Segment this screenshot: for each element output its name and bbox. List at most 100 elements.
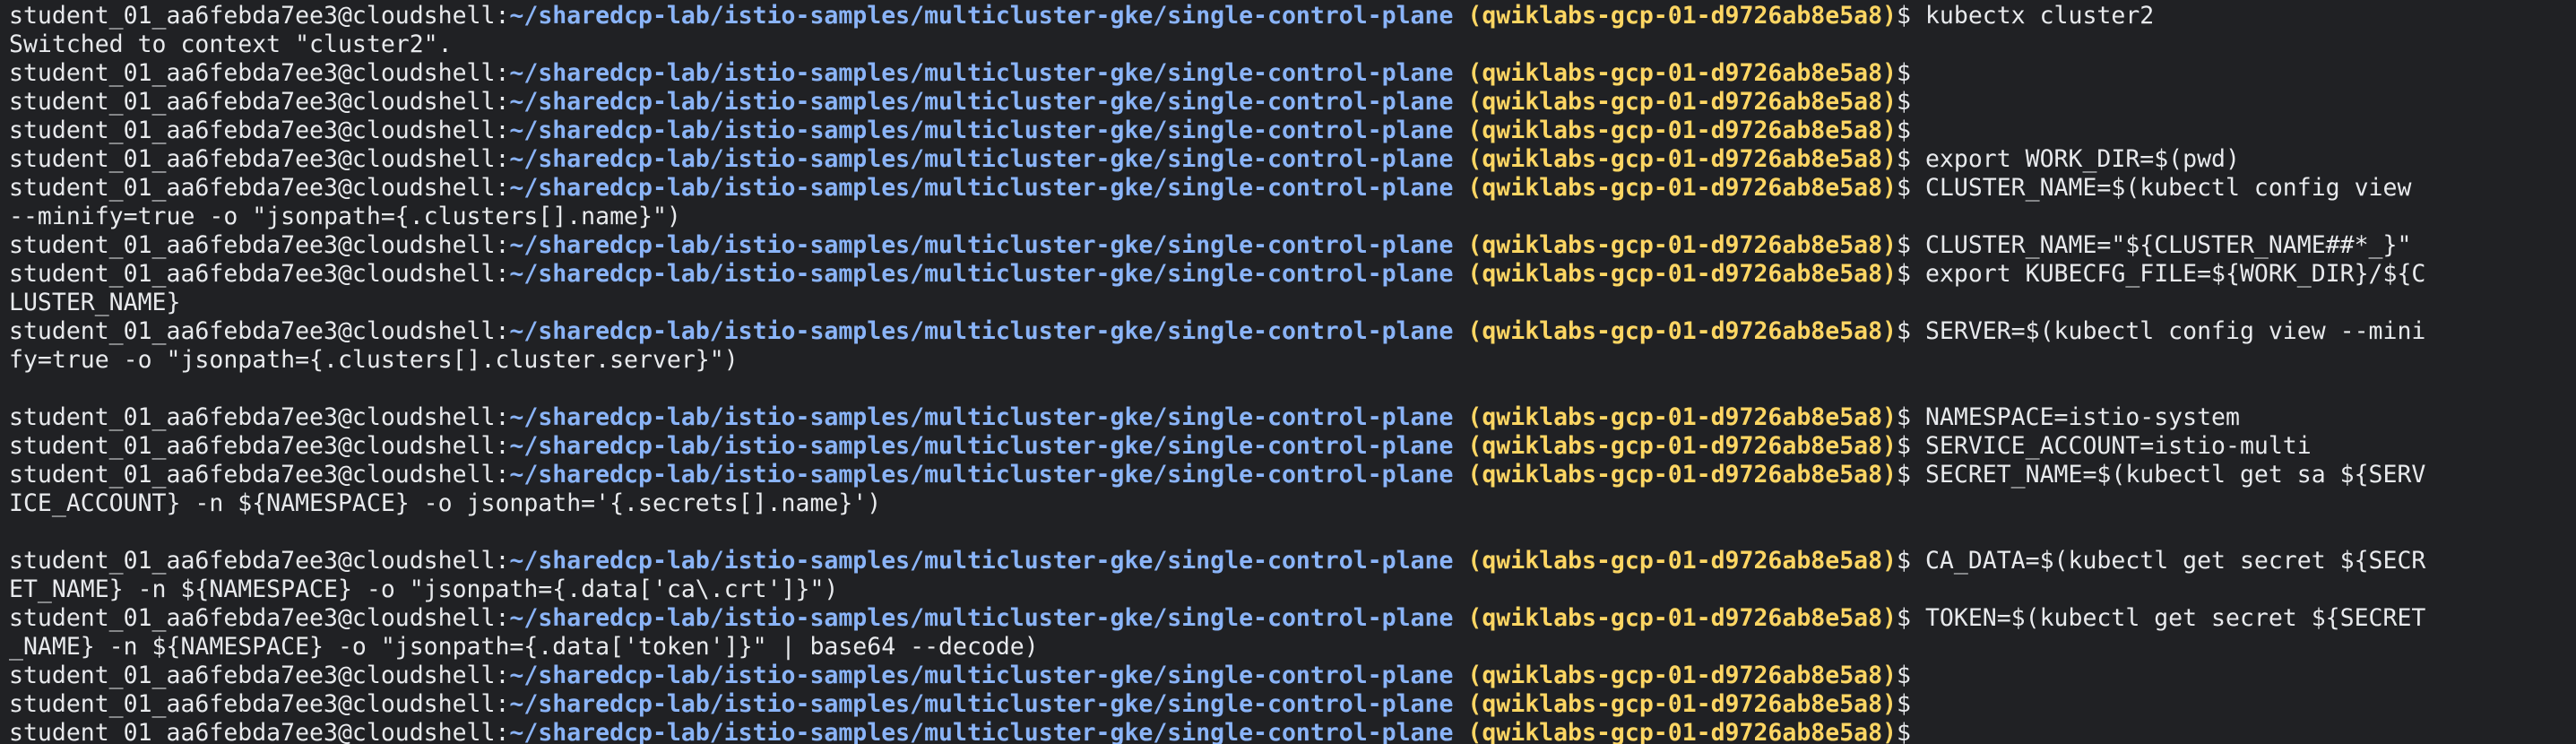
prompt-user-host: student_01_aa6febda7ee3@cloudshell:	[9, 547, 510, 575]
prompt-gap	[1911, 145, 1925, 173]
prompt-symbol: $	[1897, 461, 1911, 489]
prompt-cwd: ~/sharedcp-lab/istio-samples/multicluste…	[509, 317, 1454, 345]
prompt-cwd: ~/sharedcp-lab/istio-samples/multicluste…	[509, 690, 1454, 718]
prompt-gap	[1911, 59, 1925, 87]
prompt-line: student_01_aa6febda7ee3@cloudshell:~/sha…	[9, 403, 2576, 432]
prompt-symbol: $	[1897, 690, 1911, 718]
prompt-gap	[1911, 662, 1925, 689]
output-text: _NAME} -n ${NAMESPACE} -o "jsonpath={.da…	[9, 633, 1039, 661]
output-text: ICE_ACCOUNT} -n ${NAMESPACE} -o jsonpath…	[9, 489, 882, 517]
output-text: --minify=true -o "jsonpath={.clusters[].…	[9, 203, 681, 230]
prompt-cwd: ~/sharedcp-lab/istio-samples/multicluste…	[509, 461, 1454, 489]
prompt-gap	[1911, 690, 1925, 718]
prompt-line: student_01_aa6febda7ee3@cloudshell:~/sha…	[9, 231, 2576, 260]
prompt-line: student_01_aa6febda7ee3@cloudshell:~/sha…	[9, 547, 2576, 575]
prompt-symbol: $	[1897, 117, 1911, 144]
prompt-line: student_01_aa6febda7ee3@cloudshell:~/sha…	[9, 117, 2576, 145]
prompt-symbol: $	[1897, 59, 1911, 87]
prompt-user-host: student_01_aa6febda7ee3@cloudshell:	[9, 59, 510, 87]
prompt-cwd: ~/sharedcp-lab/istio-samples/multicluste…	[509, 117, 1454, 144]
command-text: SERVER=$(kubectl config view --mini	[1924, 317, 2426, 345]
prompt-user-host: student_01_aa6febda7ee3@cloudshell:	[9, 317, 510, 345]
prompt-line: student_01_aa6febda7ee3@cloudshell:~/sha…	[9, 317, 2576, 346]
prompt-project: (qwiklabs-gcp-01-d9726ab8e5a8)	[1467, 403, 1897, 431]
prompt-user-host: student_01_aa6febda7ee3@cloudshell:	[9, 174, 510, 202]
prompt-project: (qwiklabs-gcp-01-d9726ab8e5a8)	[1467, 662, 1897, 689]
prompt-gap	[1453, 317, 1467, 345]
output-line: LUSTER_NAME}	[9, 289, 2576, 317]
prompt-symbol: $	[1897, 432, 1911, 460]
prompt-gap	[1453, 461, 1467, 489]
output-line: Switched to context "cluster2".	[9, 30, 2576, 59]
prompt-line: student_01_aa6febda7ee3@cloudshell:~/sha…	[9, 662, 2576, 690]
prompt-line: student_01_aa6febda7ee3@cloudshell:~/sha…	[9, 59, 2576, 88]
prompt-user-host: student_01_aa6febda7ee3@cloudshell:	[9, 260, 510, 288]
prompt-cwd: ~/sharedcp-lab/istio-samples/multicluste…	[509, 432, 1454, 460]
prompt-symbol: $	[1897, 547, 1911, 575]
terminal-output[interactable]: student_01_aa6febda7ee3@cloudshell:~/sha…	[0, 0, 2576, 744]
prompt-gap	[1453, 432, 1467, 460]
prompt-cwd: ~/sharedcp-lab/istio-samples/multicluste…	[509, 231, 1454, 259]
prompt-user-host: student_01_aa6febda7ee3@cloudshell:	[9, 690, 510, 718]
prompt-gap	[1911, 260, 1925, 288]
command-text: NAMESPACE=istio-system	[1924, 403, 2240, 431]
prompt-gap	[1453, 145, 1467, 173]
prompt-user-host: student_01_aa6febda7ee3@cloudshell:	[9, 117, 510, 144]
prompt-project: (qwiklabs-gcp-01-d9726ab8e5a8)	[1467, 2, 1897, 30]
prompt-user-host: student_01_aa6febda7ee3@cloudshell:	[9, 461, 510, 489]
prompt-gap	[1911, 719, 1925, 744]
prompt-line: student_01_aa6febda7ee3@cloudshell:~/sha…	[9, 461, 2576, 489]
prompt-symbol: $	[1897, 317, 1911, 345]
prompt-user-host: student_01_aa6febda7ee3@cloudshell:	[9, 2, 510, 30]
prompt-gap	[1911, 174, 1925, 202]
prompt-project: (qwiklabs-gcp-01-d9726ab8e5a8)	[1467, 604, 1897, 632]
prompt-project: (qwiklabs-gcp-01-d9726ab8e5a8)	[1467, 719, 1897, 744]
prompt-symbol: $	[1897, 2, 1911, 30]
prompt-symbol: $	[1897, 145, 1911, 173]
prompt-project: (qwiklabs-gcp-01-d9726ab8e5a8)	[1467, 461, 1897, 489]
prompt-cwd: ~/sharedcp-lab/istio-samples/multicluste…	[509, 260, 1454, 288]
prompt-cwd: ~/sharedcp-lab/istio-samples/multicluste…	[509, 145, 1454, 173]
prompt-line: student_01_aa6febda7ee3@cloudshell:~/sha…	[9, 174, 2576, 203]
prompt-gap	[1911, 231, 1925, 259]
prompt-line: student_01_aa6febda7ee3@cloudshell:~/sha…	[9, 719, 2576, 744]
prompt-cwd: ~/sharedcp-lab/istio-samples/multicluste…	[509, 719, 1454, 744]
command-text: CLUSTER_NAME="${CLUSTER_NAME##*_}"	[1924, 231, 2412, 259]
prompt-gap	[1911, 117, 1925, 144]
prompt-gap	[1453, 231, 1467, 259]
prompt-user-host: student_01_aa6febda7ee3@cloudshell:	[9, 432, 510, 460]
prompt-gap	[1453, 662, 1467, 689]
prompt-cwd: ~/sharedcp-lab/istio-samples/multicluste…	[509, 2, 1454, 30]
prompt-project: (qwiklabs-gcp-01-d9726ab8e5a8)	[1467, 88, 1897, 116]
prompt-project: (qwiklabs-gcp-01-d9726ab8e5a8)	[1467, 174, 1897, 202]
prompt-gap	[1453, 174, 1467, 202]
prompt-user-host: student_01_aa6febda7ee3@cloudshell:	[9, 403, 510, 431]
prompt-gap	[1911, 2, 1925, 30]
prompt-cwd: ~/sharedcp-lab/istio-samples/multicluste…	[509, 662, 1454, 689]
prompt-user-host: student_01_aa6febda7ee3@cloudshell:	[9, 604, 510, 632]
prompt-gap	[1911, 88, 1925, 116]
prompt-gap	[1453, 88, 1467, 116]
command-text: CLUSTER_NAME=$(kubectl config view	[1924, 174, 2412, 202]
prompt-gap	[1453, 403, 1467, 431]
command-text: SECRET_NAME=$(kubectl get sa ${SERV	[1924, 461, 2426, 489]
command-text: SERVICE_ACCOUNT=istio-multi	[1924, 432, 2312, 460]
prompt-gap	[1911, 547, 1925, 575]
prompt-symbol: $	[1897, 88, 1911, 116]
command-text: TOKEN=$(kubectl get secret ${SECRET	[1924, 604, 2426, 632]
prompt-gap	[1911, 432, 1925, 460]
prompt-project: (qwiklabs-gcp-01-d9726ab8e5a8)	[1467, 432, 1897, 460]
prompt-gap	[1453, 59, 1467, 87]
output-text: Switched to context "cluster2".	[9, 30, 453, 58]
prompt-project: (qwiklabs-gcp-01-d9726ab8e5a8)	[1467, 59, 1897, 87]
prompt-line: student_01_aa6febda7ee3@cloudshell:~/sha…	[9, 604, 2576, 633]
prompt-cwd: ~/sharedcp-lab/istio-samples/multicluste…	[509, 547, 1454, 575]
output-line: _NAME} -n ${NAMESPACE} -o "jsonpath={.da…	[9, 633, 2576, 662]
prompt-user-host: student_01_aa6febda7ee3@cloudshell:	[9, 662, 510, 689]
prompt-gap	[1453, 719, 1467, 744]
prompt-symbol: $	[1897, 719, 1911, 744]
prompt-project: (qwiklabs-gcp-01-d9726ab8e5a8)	[1467, 145, 1897, 173]
output-line: --minify=true -o "jsonpath={.clusters[].…	[9, 203, 2576, 231]
